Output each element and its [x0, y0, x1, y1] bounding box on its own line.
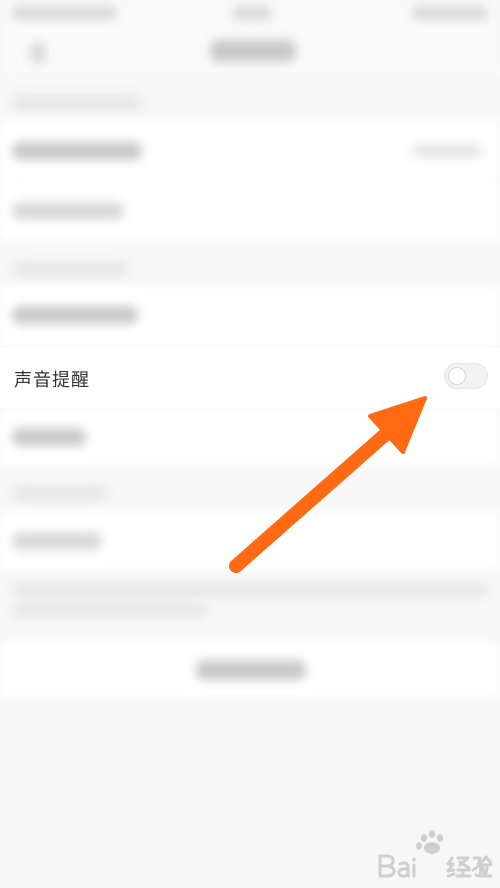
blurred-background: [0, 0, 500, 888]
baidu-paw-logo: [378, 830, 494, 878]
baidu-watermark: [372, 826, 494, 882]
sound-reminder-row[interactable]: 声音提醒: [0, 348, 500, 408]
nav-bar: [0, 30, 500, 78]
status-bar: [0, 0, 500, 30]
settings-screen: 声音提醒: [0, 0, 500, 888]
sound-reminder-label: 声音提醒: [14, 370, 90, 390]
toggle-knob: [448, 367, 466, 385]
sound-reminder-toggle[interactable]: [444, 363, 488, 389]
